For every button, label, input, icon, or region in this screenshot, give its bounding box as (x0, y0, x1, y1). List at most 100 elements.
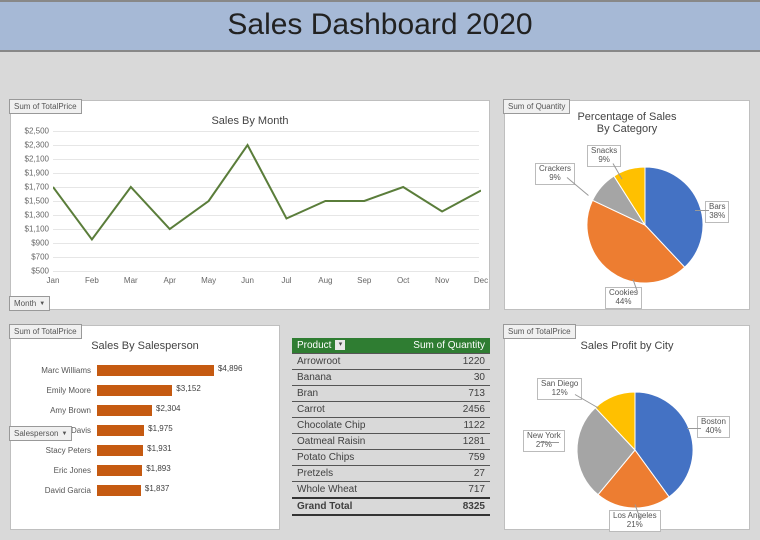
bar: $4,896 (97, 365, 214, 376)
table-row: Whole Wheat717 (292, 482, 490, 499)
bar-label: Eric Jones (17, 466, 97, 475)
header-label: Product (297, 340, 331, 351)
x-tick-label: Apr (163, 276, 175, 285)
pie-label: Snacks9% (587, 145, 621, 167)
x-tick-label: May (201, 276, 216, 285)
pie-label: Bars38% (705, 201, 729, 223)
y-tick-label: $1,700 (15, 183, 49, 192)
chart-title-salesperson: Sales By Salesperson (11, 340, 279, 352)
bar: $3,152 (97, 385, 172, 396)
bar-value: $1,893 (146, 464, 170, 473)
y-tick-label: $1,100 (15, 225, 49, 234)
chevron-down-icon: ▾ (335, 340, 345, 350)
table-row: Chocolate Chip1122 (292, 418, 490, 434)
y-tick-label: $900 (15, 239, 49, 248)
pie-label: New York27% (523, 430, 565, 452)
bar-value: $4,896 (218, 364, 242, 373)
y-tick-label: $500 (15, 267, 49, 276)
x-tick-label: Oct (397, 276, 409, 285)
bar-value: $1,931 (147, 444, 171, 453)
sum-quantity-button[interactable]: Sum of Quantity (503, 99, 570, 114)
bar-row: Eric Jones$1,893 (17, 460, 269, 480)
button-label: Sum of TotalPrice (14, 327, 77, 336)
chevron-down-icon: ▼ (61, 431, 67, 437)
bar-value: $2,304 (156, 404, 180, 413)
bar-row: Marc Williams$4,896 (17, 360, 269, 380)
pie-chart-category: Bars38%Cookies44%Crackers9%Snacks9% (505, 145, 749, 305)
pie-label: San Diego12% (537, 378, 582, 400)
button-label: Sum of TotalPrice (14, 102, 77, 111)
table-row: Arrowroot1220 (292, 354, 490, 370)
table-row: Carrot2456 (292, 402, 490, 418)
y-tick-label: $2,500 (15, 127, 49, 136)
salesperson-filter-button[interactable]: Salesperson▼ (9, 426, 72, 441)
y-tick-label: $1,900 (15, 169, 49, 178)
sales-by-month-panel: Sum of TotalPrice Sales By Month $2,500$… (10, 100, 490, 310)
bar: $1,893 (97, 465, 142, 476)
title-line2: By Category (597, 123, 658, 135)
bar-value: $1,837 (145, 484, 169, 493)
x-tick-label: Sep (357, 276, 371, 285)
pie-label: Los Angeles21% (609, 510, 661, 532)
table-row: Bran713 (292, 386, 490, 402)
col-product[interactable]: Product ▾ (292, 338, 389, 354)
bar-label: Emily Moore (17, 386, 97, 395)
line-chart: $2,500$2,300$2,100$1,900$1,700$1,500$1,3… (53, 131, 479, 271)
x-tick-label: Feb (85, 276, 99, 285)
bar: $1,837 (97, 485, 141, 496)
x-tick-label: Jan (47, 276, 60, 285)
table-total-row: Grand Total8325 (292, 498, 490, 515)
x-tick-label: Aug (318, 276, 332, 285)
table-row: Potato Chips759 (292, 450, 490, 466)
chart-title-month: Sales By Month (11, 115, 489, 127)
bar-label: Amy Brown (17, 406, 97, 415)
chart-title-city: Sales Profit by City (505, 340, 749, 352)
pie-label: Boston40% (697, 416, 730, 438)
sales-by-category-panel: Sum of Quantity Percentage of Sales By C… (504, 100, 750, 310)
button-label: Salesperson (14, 429, 58, 438)
button-label: Sum of Quantity (508, 102, 565, 111)
sum-totalprice-button-3[interactable]: Sum of TotalPrice (503, 324, 576, 339)
sum-totalprice-button-2[interactable]: Sum of TotalPrice (9, 324, 82, 339)
product-table: Product ▾ Sum of Quantity Arrowroot1220Ba… (292, 338, 490, 516)
table-row: Oatmeal Raisin1281 (292, 434, 490, 450)
chart-title-category: Percentage of Sales By Category (505, 111, 749, 135)
x-tick-label: Jul (281, 276, 291, 285)
table-row: Pretzels27 (292, 466, 490, 482)
button-label: Month (14, 299, 36, 308)
x-tick-label: Jun (241, 276, 254, 285)
col-qty: Sum of Quantity (389, 338, 490, 354)
y-tick-label: $700 (15, 253, 49, 262)
pie-chart-city: Boston40%Los Angeles21%New York27%San Di… (505, 360, 749, 525)
page-title: Sales Dashboard 2020 (0, 8, 760, 42)
header-label: Sum of Quantity (413, 340, 485, 351)
bar-value: $3,152 (176, 384, 200, 393)
bar: $1,975 (97, 425, 144, 436)
bar: $1,931 (97, 445, 143, 456)
sales-by-city-panel: Sum of TotalPrice Sales Profit by City B… (504, 325, 750, 530)
sales-by-salesperson-panel: Sum of TotalPrice Sales By Salesperson M… (10, 325, 280, 530)
product-table-panel: Product ▾ Sum of Quantity Arrowroot1220Ba… (292, 338, 490, 516)
y-tick-label: $1,500 (15, 197, 49, 206)
bar-row: Amy Brown$2,304 (17, 400, 269, 420)
y-tick-label: $2,100 (15, 155, 49, 164)
y-tick-label: $1,300 (15, 211, 49, 220)
bar-value: $1,975 (148, 424, 172, 433)
title-bar: Sales Dashboard 2020 (0, 0, 760, 52)
bar-row: Stacy Peters$1,931 (17, 440, 269, 460)
bar-label: Stacy Peters (17, 446, 97, 455)
chevron-down-icon: ▼ (39, 301, 45, 307)
month-filter-button[interactable]: Month▼ (9, 296, 50, 311)
bar-label: Marc Williams (17, 366, 97, 375)
sum-totalprice-button-1[interactable]: Sum of TotalPrice (9, 99, 82, 114)
x-tick-label: Mar (124, 276, 138, 285)
table-row: Banana30 (292, 370, 490, 386)
y-tick-label: $2,300 (15, 141, 49, 150)
bar-row: Emily Moore$3,152 (17, 380, 269, 400)
button-label: Sum of TotalPrice (508, 327, 571, 336)
bar-label: David Garcia (17, 486, 97, 495)
x-tick-label: Dec (474, 276, 488, 285)
bar-row: David Garcia$1,837 (17, 480, 269, 500)
bar: $2,304 (97, 405, 152, 416)
pie-label: Crackers9% (535, 163, 575, 185)
